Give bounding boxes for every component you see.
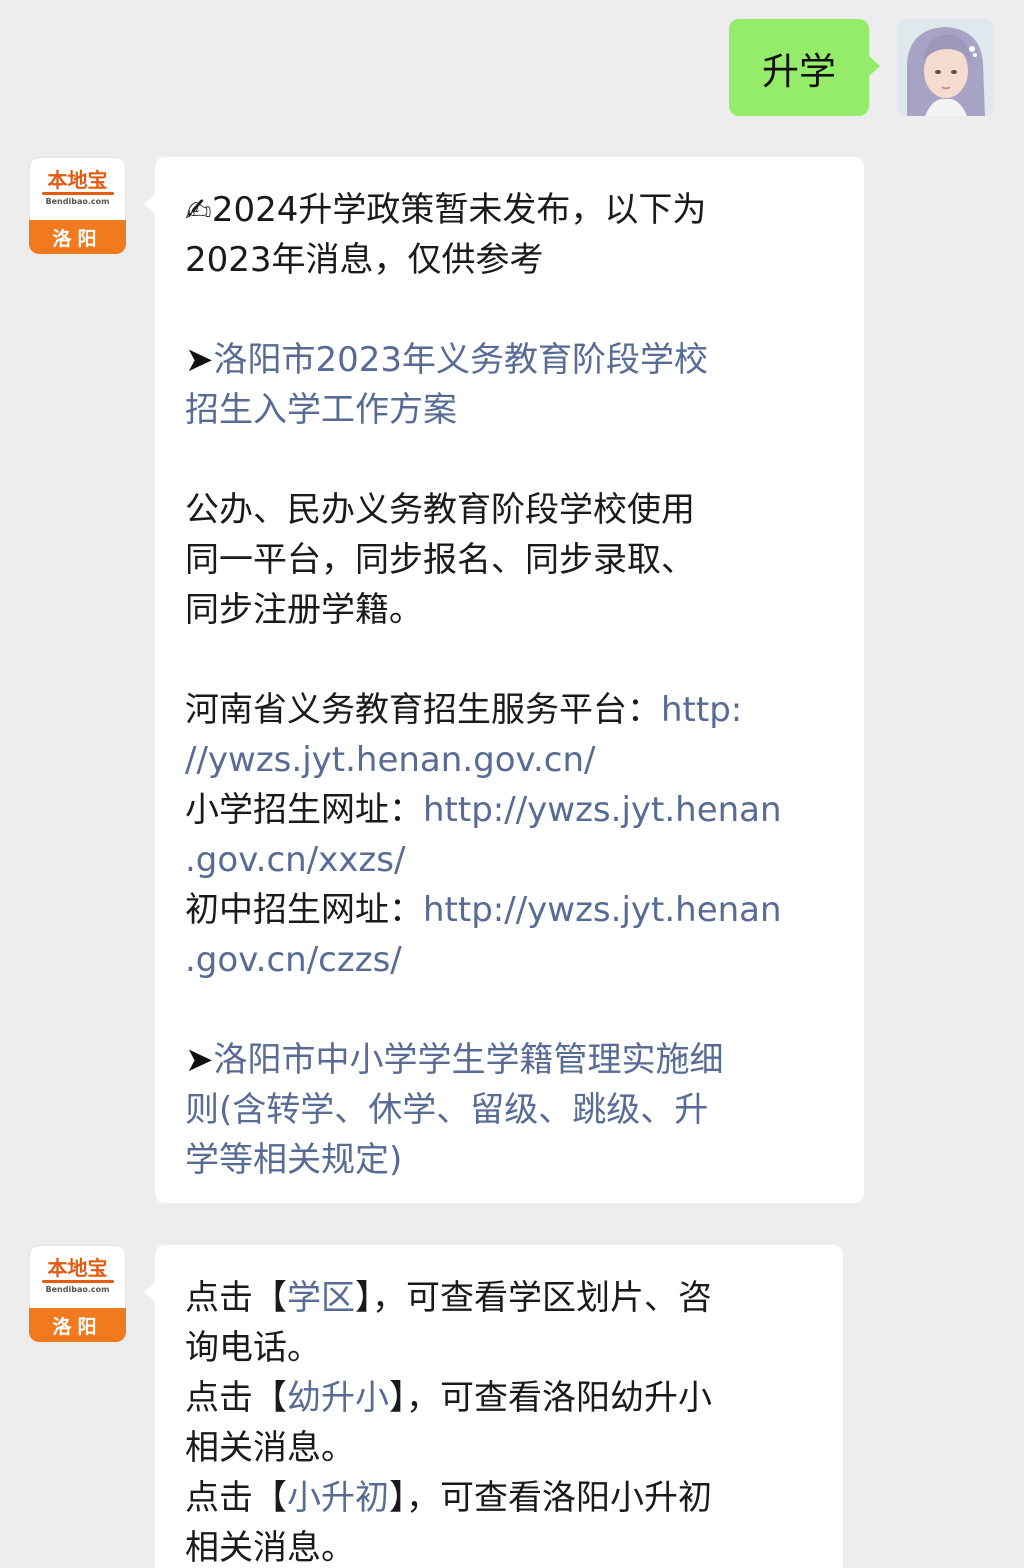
menu-hint-kindergarten: 点击【幼升小】，可查看洛阳幼升小 [185,1373,813,1423]
link-student-status-text[interactable]: 洛阳市中小学学生学籍管理实施细 [214,1040,724,1080]
menu-hint-text: ，可查看洛阳幼升小 [406,1378,712,1418]
user-avatar-image [897,19,994,116]
brand-logo: 本地宝 Bendibao.com [29,157,126,215]
platform-row: 河南省义务教育招生服务平台：http: [185,685,834,735]
sender-avatar[interactable]: 本地宝 Bendibao.com 洛阳 [29,157,126,254]
notice-text-line2: 2023年消息，仅供参考 [185,240,544,280]
brand-underline [41,1280,114,1283]
click-prefix: 点击【 [185,1378,287,1418]
link-enrollment-plan[interactable]: ➤洛阳市2023年义务教育阶段学校 [185,335,834,385]
paragraph-line: 同一平台，同步报名、同步录取、 [185,540,695,580]
menu-hint-text-line2: 相关消息。 [185,1528,355,1568]
outgoing-message-bubble[interactable]: 升学 [729,19,880,116]
sender-avatar[interactable]: 本地宝 Bendibao.com 洛阳 [29,1245,126,1342]
primary-school-url-line2[interactable]: .gov.cn/xxzs/ [185,835,834,885]
menu-hint-text: ，可查看洛阳小升初 [406,1478,712,1518]
brand-logo: 本地宝 Bendibao.com [29,1245,126,1303]
platform-url-line2[interactable]: //ywzs.jyt.henan.gov.cn/ [185,735,834,785]
user-avatar[interactable] [897,19,994,116]
junior-school-label: 初中招生网址： [185,890,423,930]
notice-line: ✍2024升学政策暂未发布，以下为 [185,185,834,235]
keyword-school-district[interactable]: 学区 [287,1278,355,1318]
notice-text: 2024升学政策暂未发布，以下为 [211,190,707,230]
brand-city: 洛阳 [29,1308,126,1342]
brand-site: Bendibao.com [45,1285,110,1294]
bracket-close: 】 [355,1278,372,1318]
menu-hint-text-line2: 询电话。 [185,1328,321,1368]
primary-school-label: 小学招生网址： [185,790,423,830]
menu-hint-text: ，可查看学区划片、咨 [372,1278,712,1318]
right-arrow-icon: ➤ [185,1040,214,1080]
brand-city: 洛阳 [29,220,126,254]
menu-hint-text-line2: 相关消息。 [185,1428,355,1468]
right-arrow-icon: ➤ [185,340,214,380]
link-student-status[interactable]: ➤洛阳市中小学学生学籍管理实施细 [185,1035,834,1085]
brand-underline [41,192,114,195]
brand-name: 本地宝 [47,168,108,192]
primary-school-url[interactable]: http://ywzs.jyt.henan [423,790,782,830]
keyword-kindergarten-to-primary[interactable]: 幼升小 [287,1378,389,1418]
platform-label: 河南省义务教育招生服务平台： [185,690,661,730]
junior-school-url[interactable]: http://ywzs.jyt.henan [423,890,782,930]
link-enrollment-plan-text-line2[interactable]: 招生入学工作方案 [185,385,834,435]
click-prefix: 点击【 [185,1278,287,1318]
click-prefix: 点击【 [185,1478,287,1518]
bracket-close: 】 [389,1478,406,1518]
bracket-close: 】 [389,1378,406,1418]
menu-hint-school-district: 点击【学区】，可查看学区划片、咨 [185,1273,813,1323]
primary-school-row: 小学招生网址：http://ywzs.jyt.henan [185,785,834,835]
chat-view: 升学 本地宝 Bendibao.com 洛阳 ✍2024升学政策暂未发布，以下为 [0,0,1024,1568]
link-student-status-text-line3[interactable]: 学等相关规定) [185,1135,834,1185]
link-student-status-text-line2[interactable]: 则(含转学、休学、留级、跳级、升 [185,1085,834,1135]
outgoing-message-text: 升学 [762,49,836,93]
link-enrollment-plan-text[interactable]: 洛阳市2023年义务教育阶段学校 [214,340,709,380]
paragraph-line: 同步注册学籍。 [185,590,423,630]
incoming-message-bubble: 点击【学区】，可查看学区划片、咨 询电话。 点击【幼升小】，可查看洛阳幼升小 相… [144,1245,843,1568]
incoming-message-bubble: ✍2024升学政策暂未发布，以下为 2023年消息，仅供参考 ➤洛阳市2023年… [144,157,864,1203]
platform-url[interactable]: http: [661,690,742,730]
writing-hand-icon: ✍ [185,191,212,229]
menu-hint-primary-to-junior: 点击【小升初】，可查看洛阳小升初 [185,1473,813,1523]
junior-school-url-line2[interactable]: .gov.cn/czzs/ [185,935,834,985]
keyword-primary-to-junior[interactable]: 小升初 [287,1478,389,1518]
junior-school-row: 初中招生网址：http://ywzs.jyt.henan [185,885,834,935]
brand-site: Bendibao.com [45,197,110,206]
brand-name: 本地宝 [47,1256,108,1280]
paragraph-line: 公办、民办义务教育阶段学校使用 [185,490,695,530]
